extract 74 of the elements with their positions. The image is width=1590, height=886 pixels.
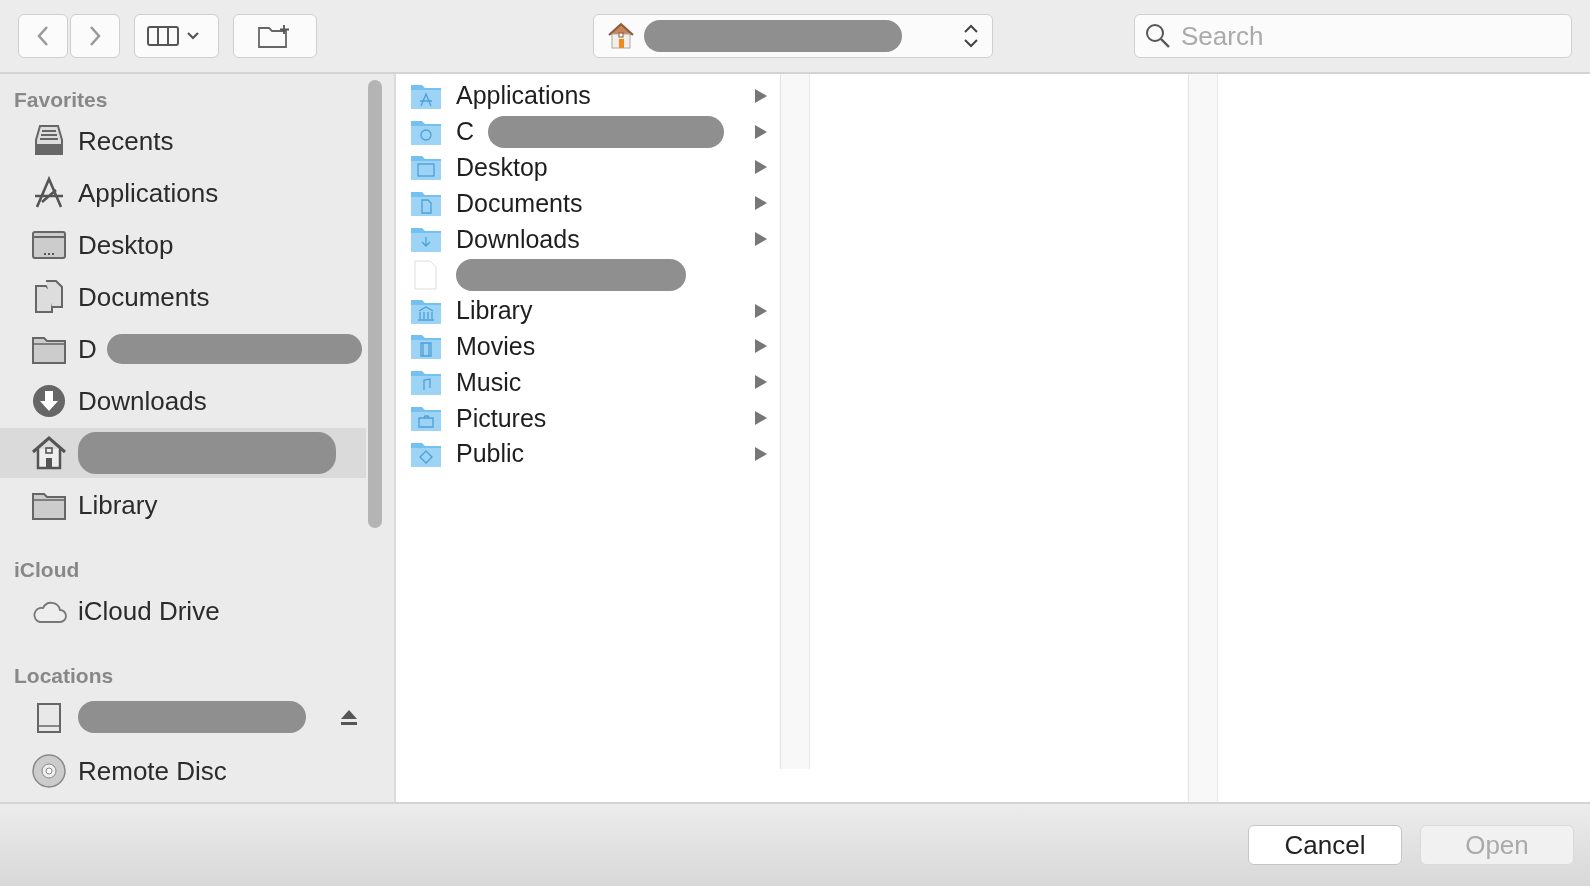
file-name: Desktop: [456, 153, 548, 182]
file-name: Library: [456, 296, 533, 326]
sidebar-item[interactable]: Library: [0, 480, 366, 530]
file-name: Pictures: [456, 403, 547, 433]
disclosure-arrow-icon: [754, 159, 768, 176]
file-name: Documents: [456, 188, 583, 218]
sidebar-item[interactable]: iCloud Drive: [0, 586, 366, 636]
file-row[interactable]: Applications: [396, 78, 780, 114]
disclosure-arrow-icon: [754, 87, 768, 104]
disclosure-arrow-icon: [754, 231, 768, 248]
disclosure-arrow-icon: [754, 195, 768, 212]
item-label: Applications: [78, 177, 219, 209]
sidebar-item[interactable]: Downloads: [0, 376, 366, 426]
file-name: Movies: [456, 331, 536, 361]
forward-button[interactable]: [70, 14, 120, 58]
scrollbar-thumb[interactable]: [368, 80, 382, 528]
disclosure-arrow-icon: [754, 338, 768, 355]
sidebar-item[interactable]: Remote Disc: [0, 746, 366, 796]
file-row[interactable]: Music: [396, 364, 780, 401]
folder-icon: [410, 189, 442, 218]
new-folder-button[interactable]: [232, 14, 318, 58]
section-heading: Locations: [13, 663, 115, 689]
chevron-right-icon: [87, 24, 103, 48]
item-label: Library: [78, 489, 158, 521]
sidebar-item[interactable]: D: [0, 324, 366, 374]
search-icon: [1144, 22, 1172, 50]
file-row[interactable]: C: [396, 113, 780, 150]
sidebar-item[interactable]: Documents: [0, 272, 366, 322]
search-field[interactable]: Search: [1134, 14, 1572, 58]
folder-icon: [410, 404, 442, 433]
folder-icon: [410, 332, 442, 361]
file-row[interactable]: Pictures: [396, 400, 780, 436]
view-mode-button[interactable]: [134, 14, 219, 58]
house-icon: [30, 434, 68, 472]
file-name: Public: [456, 439, 525, 469]
item-label: Remote Disc: [78, 755, 227, 787]
item-label: Documents: [78, 281, 210, 313]
disclosure-arrow-icon: [754, 445, 768, 462]
item-label: iCloud Drive: [78, 595, 220, 627]
disclosure-arrow-icon: [754, 374, 768, 391]
item-label: Recents: [78, 125, 174, 157]
sidebar-item[interactable]: Desktop: [0, 220, 366, 270]
file-name: Applications: [456, 81, 591, 111]
path-dropdown[interactable]: [593, 14, 993, 58]
sidebar-item[interactable]: [0, 428, 366, 478]
file-row[interactable]: Library: [396, 292, 780, 329]
folder-icon: [410, 368, 442, 397]
file-row[interactable]: Downloads: [396, 221, 780, 257]
disclosure-arrow-icon: [754, 410, 768, 427]
disc-icon: [30, 752, 68, 790]
item-label: Desktop: [78, 229, 174, 261]
file-row[interactable]: Documents: [396, 185, 780, 222]
file-name: C: [456, 117, 475, 147]
item-label: Downloads: [78, 385, 207, 417]
sidebar-item[interactable]: Recents: [0, 116, 366, 166]
folder-icon: [410, 225, 442, 254]
download-icon: [30, 382, 68, 420]
chevron-left-icon: [35, 24, 51, 48]
sidebar-item[interactable]: Applications: [0, 168, 366, 218]
eject-icon[interactable]: [340, 708, 358, 726]
file-name: Downloads: [456, 224, 580, 254]
section-heading: Favorites: [13, 87, 109, 113]
file-row[interactable]: Movies: [396, 328, 780, 365]
file-row[interactable]: Desktop: [396, 149, 780, 186]
back-button[interactable]: [18, 14, 68, 58]
file-row[interactable]: Public: [396, 435, 780, 472]
section-heading: iCloud: [13, 557, 81, 583]
cancel-button[interactable]: Cancel: [1248, 825, 1402, 865]
disclosure-arrow-icon: [754, 302, 768, 319]
file-name: Music: [456, 367, 522, 397]
disclosure-arrow-icon: [754, 123, 768, 140]
folder-icon: [410, 153, 442, 182]
item-label: D: [78, 333, 97, 365]
up-down-chevron-icon: [961, 22, 980, 50]
